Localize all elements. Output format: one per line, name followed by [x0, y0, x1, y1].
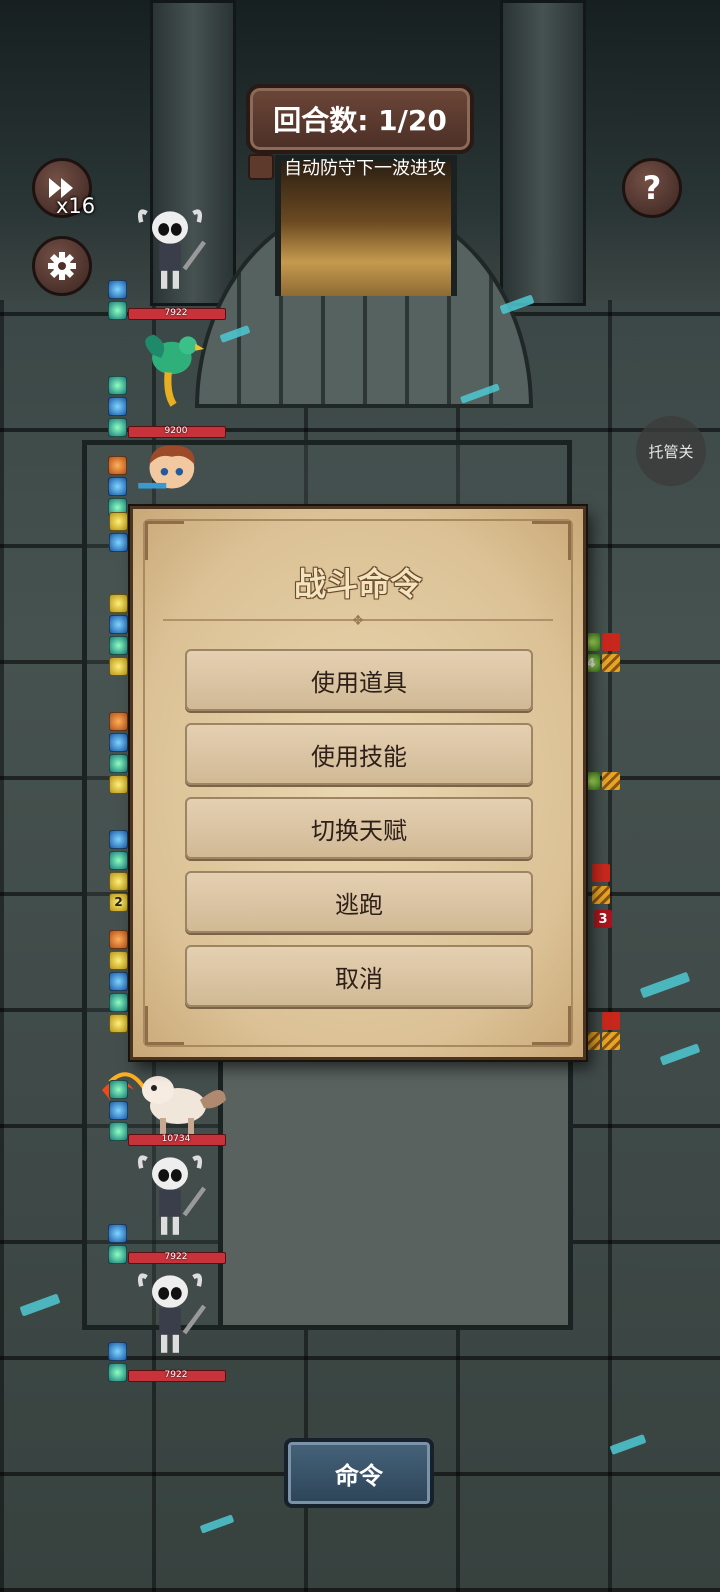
buff-sword-icon: [109, 712, 128, 731]
dialog-title: 战斗命令: [293, 565, 422, 603]
buff-potion-icon: [108, 1363, 127, 1382]
ally-unit-skeleton[interactable]: 7922: [108, 206, 238, 322]
buff-potion-icon: [108, 418, 127, 437]
enemy-buff-cross-icon: [592, 864, 610, 882]
auto-defend-label: 自动防守下一波进攻: [284, 158, 446, 179]
enemy-buff-counter: 3: [594, 910, 612, 928]
auto-defend-toggle[interactable]: 自动防守下一波进攻: [248, 154, 446, 180]
help-button[interactable]: ?: [622, 158, 682, 218]
buff-skull-icon: [108, 397, 127, 416]
cancel-button[interactable]: 取消: [185, 945, 533, 1007]
use-item-button[interactable]: 使用道具: [185, 649, 533, 711]
buff-fire-icon: [108, 456, 127, 475]
ally-unit-skeleton[interactable]: 7922: [108, 1152, 238, 1268]
skeleton-icon: [137, 1273, 207, 1353]
buff-skull-icon: [108, 1342, 127, 1361]
ally-unit-skeleton[interactable]: 7922: [108, 1270, 238, 1386]
parrot-icon: [145, 334, 205, 407]
stone-pillar: [500, 0, 586, 306]
buff-sword-icon: [109, 594, 128, 613]
enemy-buff-rage-icon: [602, 1032, 620, 1050]
ornament-corner: [532, 1006, 571, 1045]
enemy-buff-rage-icon: [602, 772, 620, 790]
battle-command-dialog: 战斗命令 ❖ 使用道具 使用技能 切换天赋 逃跑 取消: [130, 506, 586, 1060]
buff-claw-icon: [109, 1080, 128, 1099]
hp-value: 10734: [161, 1134, 191, 1144]
hp-value: 7922: [164, 1252, 188, 1262]
hp-value: 7922: [164, 308, 188, 318]
buff-potion-icon: [108, 301, 127, 320]
buff-counter-badge: 2: [109, 893, 128, 912]
enemy-buff-rage-icon: [602, 654, 620, 672]
buff-key-icon: [109, 872, 128, 891]
battle-arena-floor: [218, 1050, 573, 1330]
hero-icon: [138, 445, 195, 489]
buff-key-icon: [109, 512, 128, 531]
enemy-buff-cross-icon: [602, 633, 620, 651]
buff-skull-icon: [109, 615, 128, 634]
round-counter: 回合数: 1/20: [246, 84, 474, 154]
buff-fire-icon: [109, 930, 128, 949]
buff-skull-icon: [109, 830, 128, 849]
buff-skull-icon: [108, 280, 127, 299]
enemy-buff-cross-icon: [602, 1012, 620, 1030]
buff-potion-icon: [109, 993, 128, 1012]
hp-value: 7922: [164, 1370, 188, 1380]
ornament-corner: [145, 1006, 184, 1045]
buff-potion-icon: [109, 754, 128, 773]
buff-key-icon: [109, 657, 128, 676]
speed-multiplier: x16: [56, 194, 96, 218]
buff-sword-icon: [109, 951, 128, 970]
buff-potion-icon: [109, 851, 128, 870]
divider-ornament-icon: ❖: [351, 613, 365, 629]
gear-icon: [48, 252, 76, 280]
skeleton-icon: [137, 209, 207, 289]
use-skill-button[interactable]: 使用技能: [185, 723, 533, 785]
ally-unit-hero[interactable]: [108, 440, 238, 517]
buff-skull-icon: [109, 733, 128, 752]
buff-skull-icon: [109, 533, 128, 552]
trusteeship-toggle[interactable]: 托管关: [636, 416, 706, 486]
buff-potion-icon: [109, 636, 128, 655]
buff-skull-icon: [109, 1101, 128, 1120]
ally-unit-flame-fox[interactable]: 10734: [100, 1060, 230, 1150]
ornament-corner: [145, 521, 184, 560]
enemy-buff-rage-icon: [592, 886, 610, 904]
auto-defend-checkbox[interactable]: [248, 154, 274, 180]
skeleton-icon: [137, 1155, 207, 1235]
buff-claw-icon: [108, 376, 127, 395]
buff-skull-icon: [109, 972, 128, 991]
ornament-corner: [532, 521, 571, 560]
flee-button[interactable]: 逃跑: [185, 871, 533, 933]
ally-unit-parrot[interactable]: 9200: [108, 322, 238, 438]
buff-potion-icon: [108, 1245, 127, 1264]
settings-button[interactable]: [32, 236, 92, 296]
buff-potion-icon: [109, 1122, 128, 1141]
command-button[interactable]: 命令: [284, 1438, 434, 1508]
buff-key-icon: [109, 775, 128, 794]
buff-skull-icon: [108, 477, 127, 496]
buff-key-icon: [109, 1014, 128, 1033]
buff-skull-icon: [108, 1224, 127, 1243]
switch-talent-button[interactable]: 切换天赋: [185, 797, 533, 859]
hp-value: 9200: [164, 426, 188, 436]
